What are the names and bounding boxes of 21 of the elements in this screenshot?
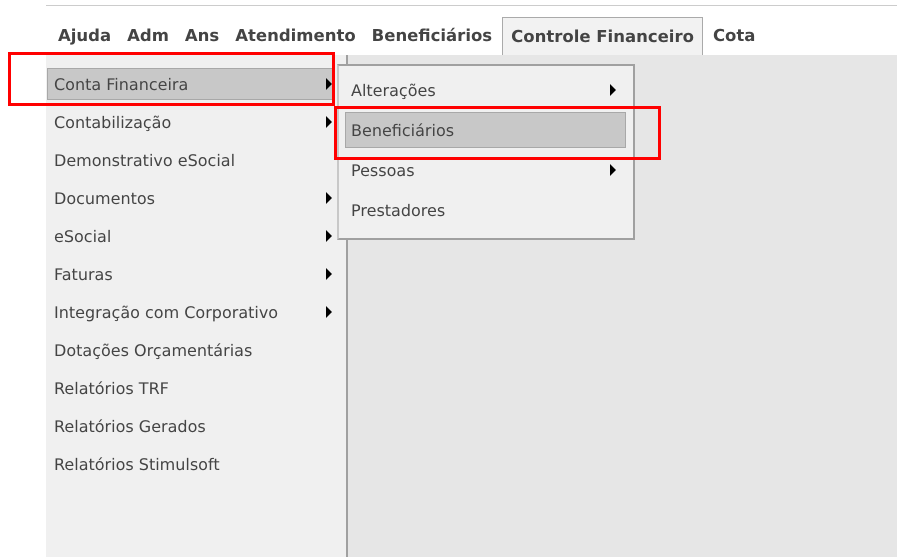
- menu-item[interactable]: Conta Financeira: [47, 68, 333, 100]
- menu-item[interactable]: eSocial: [47, 220, 333, 252]
- menu-item[interactable]: Faturas: [47, 258, 333, 290]
- menu-item[interactable]: Integração com Corporativo: [47, 296, 333, 328]
- menu-item[interactable]: Beneficiários: [364, 25, 500, 55]
- menu-item[interactable]: Ans: [176, 25, 228, 55]
- menu-item[interactable]: Relatórios Stimulsoft: [47, 448, 333, 480]
- menu-item[interactable]: Contabilização: [47, 106, 333, 138]
- menu-item[interactable]: Relatórios Gerados: [47, 410, 333, 442]
- menu-item[interactable]: Adm: [119, 25, 177, 55]
- menu-item[interactable]: Ajuda: [50, 25, 120, 55]
- menu-item[interactable]: Documentos: [47, 182, 333, 214]
- menu-item[interactable]: Relatórios TRF: [47, 372, 333, 404]
- menu-item[interactable]: Prestadores: [345, 192, 626, 228]
- menu-item[interactable]: Cota: [704, 25, 764, 55]
- menu-item[interactable]: Alterações: [345, 72, 626, 108]
- menu-item[interactable]: Demonstrativo eSocial: [47, 144, 333, 176]
- menu-tab[interactable]: Controle Financeiro: [502, 17, 703, 55]
- menu-item[interactable]: Dotações Orçamentárias: [47, 334, 333, 366]
- menu-item[interactable]: Beneficiários: [345, 112, 626, 148]
- menu-item[interactable]: Atendimento: [227, 25, 364, 55]
